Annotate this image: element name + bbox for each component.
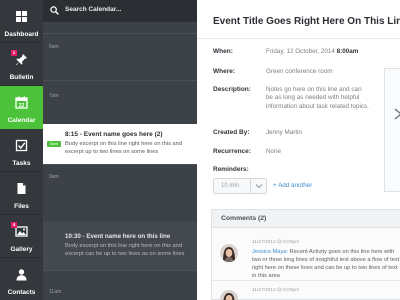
- created-by-value: Jenny Martin: [266, 129, 303, 136]
- where-label: Where:: [213, 68, 236, 75]
- description-value: Notes go here on this line and can be as…: [266, 86, 369, 110]
- chevron-right-icon: [394, 108, 400, 120]
- search-icon: [50, 6, 59, 15]
- created-by-label: Created By:: [213, 129, 250, 136]
- side-panel-edge: [384, 68, 400, 192]
- time-label: 6am: [49, 44, 59, 50]
- selected-event-card[interactable]: 8:15 - Event name goes here (2) 5am Body…: [43, 124, 197, 164]
- comment-author[interactable]: Jessica Maya:: [252, 249, 288, 255]
- nav-label-dashboard: Dashboard: [4, 31, 39, 38]
- nav-item-contacts[interactable]: Contacts: [0, 258, 43, 300]
- nav-item-calendar[interactable]: 22 Calendar: [0, 86, 43, 129]
- calendar-search-bar[interactable]: Search Calendar...: [43, 0, 197, 22]
- nav-item-dashboard[interactable]: Dashboard: [0, 0, 43, 43]
- comment-date: 11/27/2013 @ 5:00pm: [252, 240, 300, 245]
- checklist-icon: [15, 139, 28, 152]
- chevron-down-icon: [255, 184, 263, 189]
- nav-label-gallery: Gallery: [10, 246, 33, 253]
- event-detail-panel: Event Title Goes Right Here On This Line…: [197, 0, 400, 300]
- file-icon: [17, 183, 26, 194]
- nav-item-files[interactable]: Files: [0, 172, 43, 215]
- comment-text: Jessica Maya: Recent Activity goes on th…: [252, 248, 400, 280]
- dashboard-icon: [16, 11, 27, 22]
- time-slot[interactable]: 11am: [43, 270, 197, 300]
- event-time-tag: 5am: [47, 141, 61, 147]
- nav-label-bulletin: Bulletin: [9, 74, 34, 81]
- avatar[interactable]: [220, 290, 238, 300]
- time-label: 7am: [49, 93, 59, 99]
- recurrence-value: None: [266, 148, 282, 155]
- time-slot[interactable]: 7am: [43, 80, 197, 124]
- recurrence-label: Recurrence:: [213, 148, 251, 155]
- comments-section: Comments (2) 11/27/2013 @ 5:00pm Jessica…: [211, 209, 400, 300]
- when-date: Friday, 12 October, 2014: [266, 48, 335, 55]
- when-value: Friday, 12 October, 2014 8:00am: [266, 48, 358, 56]
- nav-label-tasks: Tasks: [12, 160, 31, 167]
- comment-date: 11/27/2013 @ 5:00pm: [252, 288, 300, 293]
- time-slot[interactable]: 6am: [43, 33, 197, 80]
- event-excerpt: Body excerpt on this line right here on …: [65, 141, 182, 155]
- description-label: Description:: [213, 86, 251, 93]
- reminders-label: Reminders:: [213, 166, 249, 173]
- event-title: 10:30 - Event name here on this line: [65, 233, 171, 240]
- nav-label-calendar: Calendar: [7, 117, 36, 124]
- add-reminder-link[interactable]: + Add another: [273, 182, 312, 189]
- nav-item-tasks[interactable]: Tasks: [0, 129, 43, 172]
- person-icon: [16, 269, 27, 281]
- divider: [212, 280, 400, 281]
- event-title: 8:15 - Event name goes here (2): [65, 131, 163, 138]
- reminder-select-value: 10 min: [221, 183, 240, 189]
- event-excerpt: Body excerpt on this line right here on …: [65, 243, 185, 257]
- nav-label-files: Files: [14, 203, 29, 210]
- main-navigation: Dashboard 1 Bulletin 22 Calendar Tasks F…: [0, 0, 43, 300]
- when-time: 8:00am: [336, 48, 359, 55]
- calendar-icon-date: 22: [19, 103, 25, 109]
- comments-title: Comments (2): [221, 215, 267, 222]
- when-label: When:: [213, 48, 233, 55]
- avatar[interactable]: [220, 244, 238, 262]
- divider: [197, 38, 400, 39]
- avatar-image: [220, 244, 238, 262]
- event-detail-title: Event Title Goes Right Here On This Line: [213, 16, 400, 27]
- bulletin-badge: 1: [11, 50, 17, 56]
- nav-item-gallery[interactable]: 4 Gallery: [0, 215, 43, 258]
- time-label: 9am: [49, 174, 59, 180]
- reminder-select[interactable]: 10 min: [213, 178, 267, 194]
- where-value: Green conference room: [266, 68, 333, 75]
- reminder-select-toggle[interactable]: [250, 179, 266, 193]
- event-card[interactable]: 10:30 - Event name here on this line Bod…: [43, 222, 197, 270]
- comments-header: Comments (2): [212, 210, 400, 228]
- calendar-icon: 22: [15, 96, 28, 109]
- nav-item-bulletin[interactable]: 1 Bulletin: [0, 43, 43, 86]
- avatar-image: [220, 290, 238, 300]
- calendar-search-input[interactable]: Search Calendar...: [65, 6, 121, 13]
- time-label: 11am: [49, 289, 62, 295]
- gallery-badge: 4: [11, 222, 17, 228]
- nav-label-contacts: Contacts: [7, 289, 36, 296]
- time-slot[interactable]: 9am: [43, 164, 197, 222]
- calendar-timeline: Search Calendar... 6am 7am 8:15 - Event …: [43, 0, 197, 300]
